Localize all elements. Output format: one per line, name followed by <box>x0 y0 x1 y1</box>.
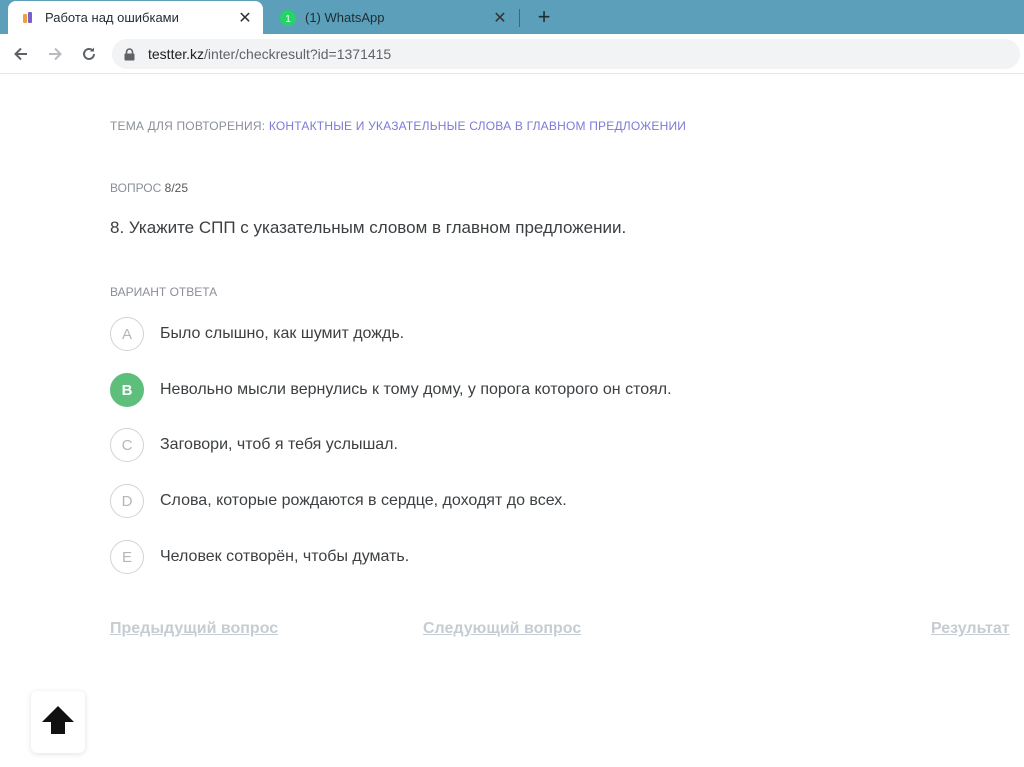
address-bar[interactable]: testter.kz/inter/checkresult?id=1371415 <box>112 39 1020 69</box>
tab-title: (1) WhatsApp <box>305 10 385 25</box>
answer-option-a[interactable]: A Было слышно, как шумит дождь. <box>110 317 404 351</box>
option-letter-badge-correct: B <box>110 373 144 407</box>
option-letter-badge: E <box>110 540 144 574</box>
new-tab-button[interactable]: + <box>531 4 557 30</box>
tab-work-on-mistakes[interactable]: Работа над ошибками ✕ <box>8 1 263 34</box>
previous-question-link[interactable]: Предыдущий вопрос <box>110 620 278 638</box>
question-label: ВОПРОС <box>110 181 162 195</box>
url-path: /inter/checkresult?id=1371415 <box>204 46 392 62</box>
tab-whatsapp[interactable]: 1 (1) WhatsApp ✕ <box>268 1 518 34</box>
whatsapp-badge: 1 <box>285 14 291 25</box>
answer-option-d[interactable]: D Слова, которые рождаются в сердце, дох… <box>110 484 567 518</box>
tab-separator <box>519 9 520 27</box>
option-letter-badge: A <box>110 317 144 351</box>
option-text: Заговори, чтоб я тебя услышал. <box>160 436 398 453</box>
browser-toolbar: testter.kz/inter/checkresult?id=1371415 <box>0 34 1024 74</box>
answer-option-e[interactable]: E Человек сотворён, чтобы думать. <box>110 540 409 574</box>
result-link[interactable]: Результат <box>931 620 1010 638</box>
option-letter-badge: D <box>110 484 144 518</box>
option-text: Невольно мысли вернулись к тому дому, у … <box>160 381 672 398</box>
next-question-link[interactable]: Следующий вопрос <box>423 620 581 638</box>
site-favicon-icon <box>20 10 36 26</box>
arrow-up-icon <box>40 705 76 740</box>
close-tab-icon[interactable]: ✕ <box>235 8 255 28</box>
back-arrow-icon[interactable] <box>9 42 33 66</box>
answer-option-c[interactable]: C Заговори, чтоб я тебя услышал. <box>110 428 398 462</box>
option-letter-badge: C <box>110 428 144 462</box>
whatsapp-icon: 1 <box>280 9 296 26</box>
topic-label: ТЕМА ДЛЯ ПОВТОРЕНИЯ: <box>110 119 266 133</box>
forward-arrow-icon[interactable] <box>43 42 67 66</box>
url-host: testter.kz <box>148 46 205 62</box>
question-number: 8/25 <box>164 181 189 195</box>
lock-icon <box>122 47 136 61</box>
topic-link[interactable]: КОНТАКТНЫЕ И УКАЗАТЕЛЬНЫЕ СЛОВА В ГЛАВНО… <box>269 119 686 133</box>
tab-title: Работа над ошибками <box>45 10 179 25</box>
question-counter: ВОПРОС 8/25 <box>110 181 188 195</box>
option-text: Слова, которые рождаются в сердце, доход… <box>160 492 567 509</box>
option-text: Было слышно, как шумит дождь. <box>160 325 405 342</box>
url-text: testter.kz/inter/checkresult?id=1371415 <box>148 46 391 62</box>
review-topic: ТЕМА ДЛЯ ПОВТОРЕНИЯ: КОНТАКТНЫЕ И УКАЗАТ… <box>110 119 686 133</box>
scroll-to-top-button[interactable] <box>31 691 85 753</box>
close-tab-icon[interactable]: ✕ <box>490 8 510 28</box>
question-text: 8. Укажите СПП с указательным словом в г… <box>110 218 627 237</box>
browser-tab-strip: Работа над ошибками ✕ 1 (1) WhatsApp ✕ + <box>0 0 1024 34</box>
reload-icon[interactable] <box>77 42 101 66</box>
answer-option-b[interactable]: B Невольно мысли вернулись к тому дому, … <box>110 373 672 407</box>
answer-variant-label: ВАРИАНТ ОТВЕТА <box>110 285 218 299</box>
option-text: Человек сотворён, чтобы думать. <box>160 548 410 565</box>
